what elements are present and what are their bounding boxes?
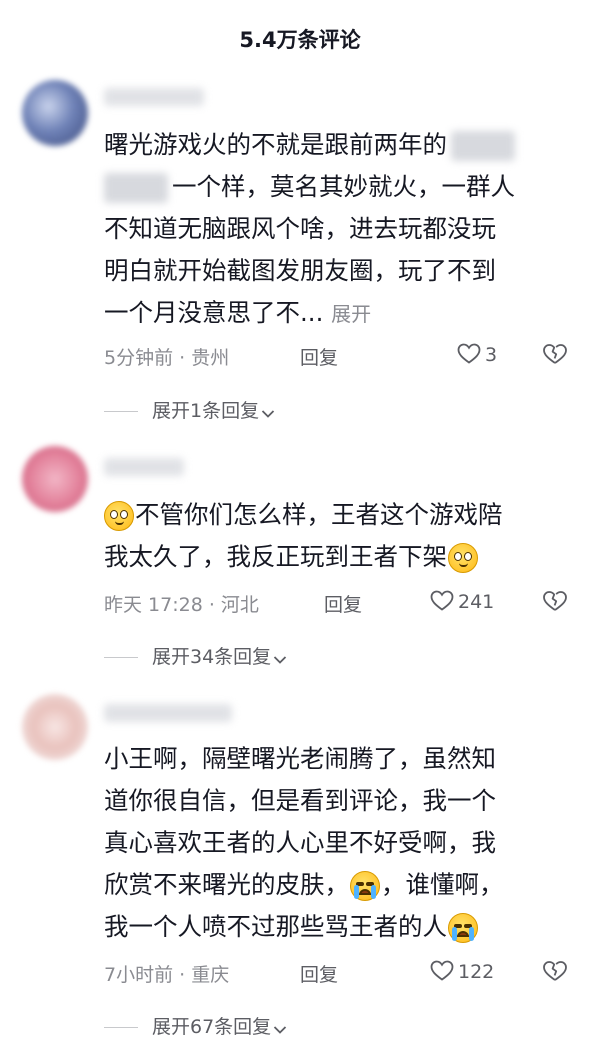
broken-heart-icon (543, 591, 567, 611)
username-blurred[interactable] (104, 458, 184, 476)
like-count: 3 (485, 344, 498, 366)
redacted-text (104, 173, 168, 203)
heart-outline-icon (430, 960, 454, 981)
comment-text: 曙光游戏火的不就是跟前两年的 一个样，莫名其妙就火，一群人 不知道无脑跟风个啥，… (104, 130, 515, 327)
crying-face-emoji (448, 913, 478, 943)
username-blurred[interactable] (104, 704, 232, 722)
comment-text: 不管你们怎么样，王者这个游戏陪 我太久了，我反正玩到王者下架 (104, 500, 503, 573)
username-blurred[interactable] (104, 88, 204, 106)
chevron-down-icon (274, 1026, 287, 1034)
like-button[interactable]: 122 (430, 960, 494, 983)
blushing-smile-emoji (104, 501, 134, 531)
divider-line (104, 411, 138, 412)
redacted-text (451, 131, 515, 161)
heart-outline-icon (457, 343, 481, 364)
comment-meta: 7小时前 · 重庆 回复 122 (104, 960, 584, 988)
comment-text: 小王啊，隔壁曙光老闹腾了，虽然知 道你很自信，但是看到评论，我一个 真心喜欢王者… (104, 744, 504, 943)
chevron-down-icon (261, 410, 275, 418)
like-count: 241 (458, 591, 495, 613)
expand-replies-button[interactable]: 展开67条回复 (104, 1012, 287, 1038)
reply-button[interactable]: 回复 (324, 590, 362, 617)
comment-meta: 昨天 17:28 · 河北 回复 241 (104, 590, 584, 618)
time-location: 5分钟前 · 贵州 (104, 347, 230, 369)
dislike-button[interactable] (542, 343, 568, 370)
dislike-button[interactable] (542, 590, 568, 617)
like-button[interactable]: 3 (457, 343, 497, 366)
time-location: 昨天 17:28 · 河北 (104, 594, 259, 616)
avatar[interactable] (22, 446, 88, 512)
comment-count-title: 5.4万条评论 (239, 28, 361, 52)
chevron-down-icon (274, 656, 287, 664)
dislike-button[interactable] (542, 960, 568, 987)
heart-outline-icon (430, 590, 454, 611)
broken-heart-icon (543, 344, 567, 364)
time-location: 7小时前 · 重庆 (104, 964, 230, 986)
comments-header: 5.4万条评论 (0, 0, 600, 80)
broken-heart-icon (543, 961, 567, 981)
crying-face-emoji (350, 871, 380, 901)
reply-button[interactable]: 回复 (300, 960, 338, 987)
expand-text-button[interactable]: 展开 (331, 302, 371, 326)
blushing-smile-emoji (448, 543, 478, 573)
like-button[interactable]: 241 (430, 590, 494, 613)
comment-meta: 5分钟前 · 贵州 回复 3 (104, 343, 584, 371)
expand-replies-button[interactable]: 展开34条回复 (104, 642, 287, 668)
divider-line (104, 1027, 138, 1028)
reply-button[interactable]: 回复 (300, 343, 338, 370)
avatar[interactable] (22, 694, 88, 760)
divider-line (104, 657, 138, 658)
expand-replies-button[interactable]: 展开1条回复 (104, 396, 275, 422)
like-count: 122 (458, 961, 495, 983)
avatar[interactable] (22, 80, 88, 146)
